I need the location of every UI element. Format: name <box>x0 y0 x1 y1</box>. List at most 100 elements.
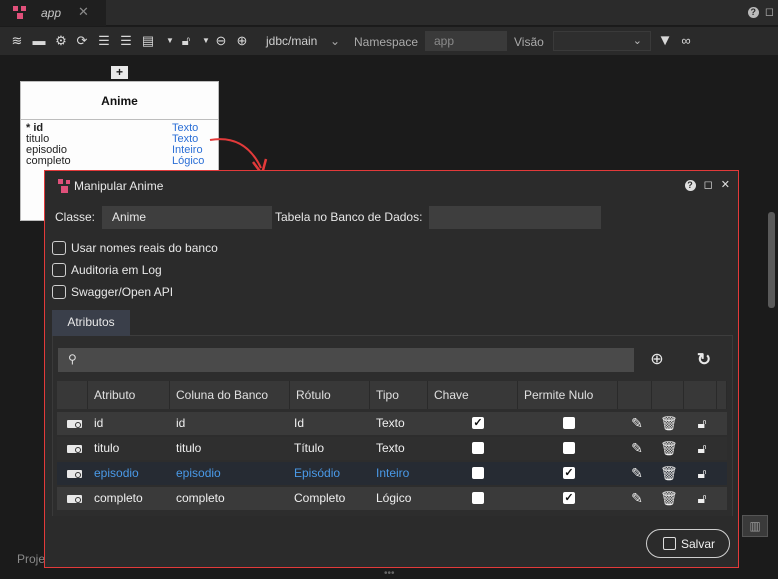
chevron-down-icon: ⌄ <box>329 34 340 48</box>
cell-coluna: titulo <box>176 441 202 455</box>
resize-handle[interactable]: ••• <box>384 568 395 579</box>
folder-icon[interactable]: ▬ <box>31 33 47 49</box>
help-icon[interactable]: ? <box>747 7 759 18</box>
edit-icon[interactable]: ✎ <box>629 440 645 457</box>
column-header <box>684 381 717 409</box>
column-header[interactable]: Chave <box>428 381 518 409</box>
cell-coluna: completo <box>176 491 225 505</box>
edit-icon[interactable]: ✎ <box>629 490 645 507</box>
field-type: Lógico <box>172 155 205 167</box>
refresh-icon[interactable]: ⟳ <box>74 33 90 49</box>
column-header[interactable]: Atributo <box>88 381 170 409</box>
trash-icon[interactable]: 🗑︎ <box>660 465 678 482</box>
close-icon[interactable]: ✕ <box>721 179 730 191</box>
chave-checkbox[interactable]: ✓ <box>472 417 484 429</box>
manipular-dialog: Manipular Anime ? ◻ ✕ Classe: Anime Tabe… <box>44 170 739 568</box>
close-icon[interactable]: ✕ <box>78 4 89 20</box>
option-label: Swagger/Open API <box>71 285 174 299</box>
chevron-down-icon[interactable]: ▼ <box>198 33 214 49</box>
window-controls: ? ◻ <box>747 5 774 18</box>
cell-rotulo: Completo <box>294 491 346 505</box>
refresh-icon[interactable]: ↻ <box>694 350 714 370</box>
nulo-checkbox[interactable]: ✓ <box>563 492 575 504</box>
tab-app[interactable]: app ✕ <box>0 0 106 26</box>
table-row[interactable]: titulo titulo Título Texto ✎ 🗑︎ 🔓︎ <box>57 437 727 460</box>
list-icon[interactable]: ☰ <box>96 33 112 49</box>
edit-icon[interactable]: ✎ <box>629 465 645 482</box>
settings-icon[interactable]: ⚙ <box>53 33 69 49</box>
cell-atributo: episodio <box>94 466 139 480</box>
zoom-in-icon[interactable]: ⊕ <box>234 33 250 49</box>
chave-checkbox[interactable] <box>472 467 484 479</box>
chave-checkbox[interactable] <box>472 442 484 454</box>
connection-select[interactable]: jdbc/main ⌄ <box>258 31 346 51</box>
visao-select[interactable]: ⌄ <box>553 31 651 51</box>
table-row[interactable]: id id Id Texto ✓ ✎ 🗑︎ 🔓︎ <box>57 412 727 435</box>
column-header[interactable]: Coluna do Banco <box>170 381 290 409</box>
cell-rotulo: Id <box>294 416 305 430</box>
row-drag-icon[interactable] <box>67 445 82 453</box>
chevron-down-icon[interactable]: ▼ <box>162 33 178 49</box>
entity-title: Anime <box>101 94 138 108</box>
unlock-icon[interactable]: 🔓︎ <box>178 33 194 49</box>
layers-icon[interactable]: ≋ <box>9 33 25 49</box>
unlock-icon[interactable]: 🔓︎ <box>694 440 710 457</box>
chave-checkbox[interactable] <box>472 492 484 504</box>
trash-icon[interactable]: 🗑︎ <box>660 415 678 432</box>
cell-rotulo: Título <box>294 441 325 455</box>
document-icon[interactable]: ▤ <box>140 33 156 49</box>
book-icon[interactable]: ▥ <box>742 515 768 537</box>
edit-icon[interactable]: ✎ <box>629 415 645 432</box>
tab-bar: app ✕ ? ◻ <box>0 0 778 26</box>
zoom-out-icon[interactable]: ⊖ <box>213 33 229 49</box>
unlock-icon[interactable]: 🔓︎ <box>694 415 710 432</box>
row-drag-icon[interactable] <box>67 495 82 503</box>
vertical-scrollbar[interactable] <box>768 212 775 308</box>
option-label: Usar nomes reais do banco <box>71 241 218 255</box>
save-button[interactable]: Salvar <box>646 529 730 558</box>
column-header[interactable]: Rótulo <box>290 381 370 409</box>
cell-tipo: Texto <box>376 441 405 455</box>
binoculars-icon[interactable]: ∞ <box>678 33 694 49</box>
classe-label: Classe: <box>55 210 96 224</box>
cell-tipo: Lógico <box>376 491 412 505</box>
trash-icon[interactable]: 🗑︎ <box>660 440 678 457</box>
add-entity-icon[interactable]: + <box>111 66 128 79</box>
nulo-checkbox[interactable] <box>563 442 575 454</box>
nulo-checkbox[interactable] <box>563 417 575 429</box>
maximize-icon[interactable]: ◻ <box>704 179 713 191</box>
filter-icon[interactable]: ▼ <box>657 33 673 49</box>
save-label: Salvar <box>681 537 716 551</box>
unlock-icon[interactable]: 🔓︎ <box>694 490 710 507</box>
cell-rotulo: Episódio <box>294 466 341 480</box>
trash-icon[interactable]: 🗑︎ <box>660 490 678 507</box>
project-tab[interactable]: Proje <box>17 552 45 566</box>
table-row[interactable]: episodio episodio Episódio Inteiro ✓ ✎ 🗑… <box>57 462 727 485</box>
table-row[interactable]: completo completo Completo Lógico ✓ ✎ 🗑︎… <box>57 487 727 510</box>
tabela-input[interactable] <box>429 206 601 229</box>
cell-coluna: id <box>176 416 186 430</box>
nulo-checkbox[interactable]: ✓ <box>563 467 575 479</box>
entity-icon <box>58 179 70 193</box>
search-input[interactable]: ⚲ <box>58 348 634 372</box>
classe-input[interactable]: Anime <box>102 206 272 229</box>
stack-icon[interactable]: ☰ <box>118 33 134 49</box>
restore-icon[interactable]: ◻ <box>765 6 774 18</box>
dialog-controls: ? ◻ ✕ <box>680 178 730 191</box>
column-header <box>652 381 684 409</box>
divider <box>21 119 218 120</box>
checkbox[interactable] <box>52 285 66 299</box>
checkbox[interactable] <box>52 263 66 277</box>
tab-atributos[interactable]: Atributos <box>52 310 130 336</box>
row-drag-icon[interactable] <box>67 470 82 478</box>
unlock-icon[interactable]: 🔓︎ <box>694 465 710 482</box>
column-header[interactable]: Permite Nulo <box>518 381 618 409</box>
add-attribute-button[interactable]: ⊕ <box>647 350 667 370</box>
help-icon[interactable]: ? <box>684 180 696 191</box>
checkbox[interactable] <box>52 241 66 255</box>
row-drag-icon[interactable] <box>67 420 82 428</box>
namespace-input[interactable]: app <box>425 31 507 51</box>
cell-atributo: id <box>94 416 104 430</box>
column-header[interactable]: Tipo <box>370 381 428 409</box>
cell-atributo: titulo <box>94 441 120 455</box>
